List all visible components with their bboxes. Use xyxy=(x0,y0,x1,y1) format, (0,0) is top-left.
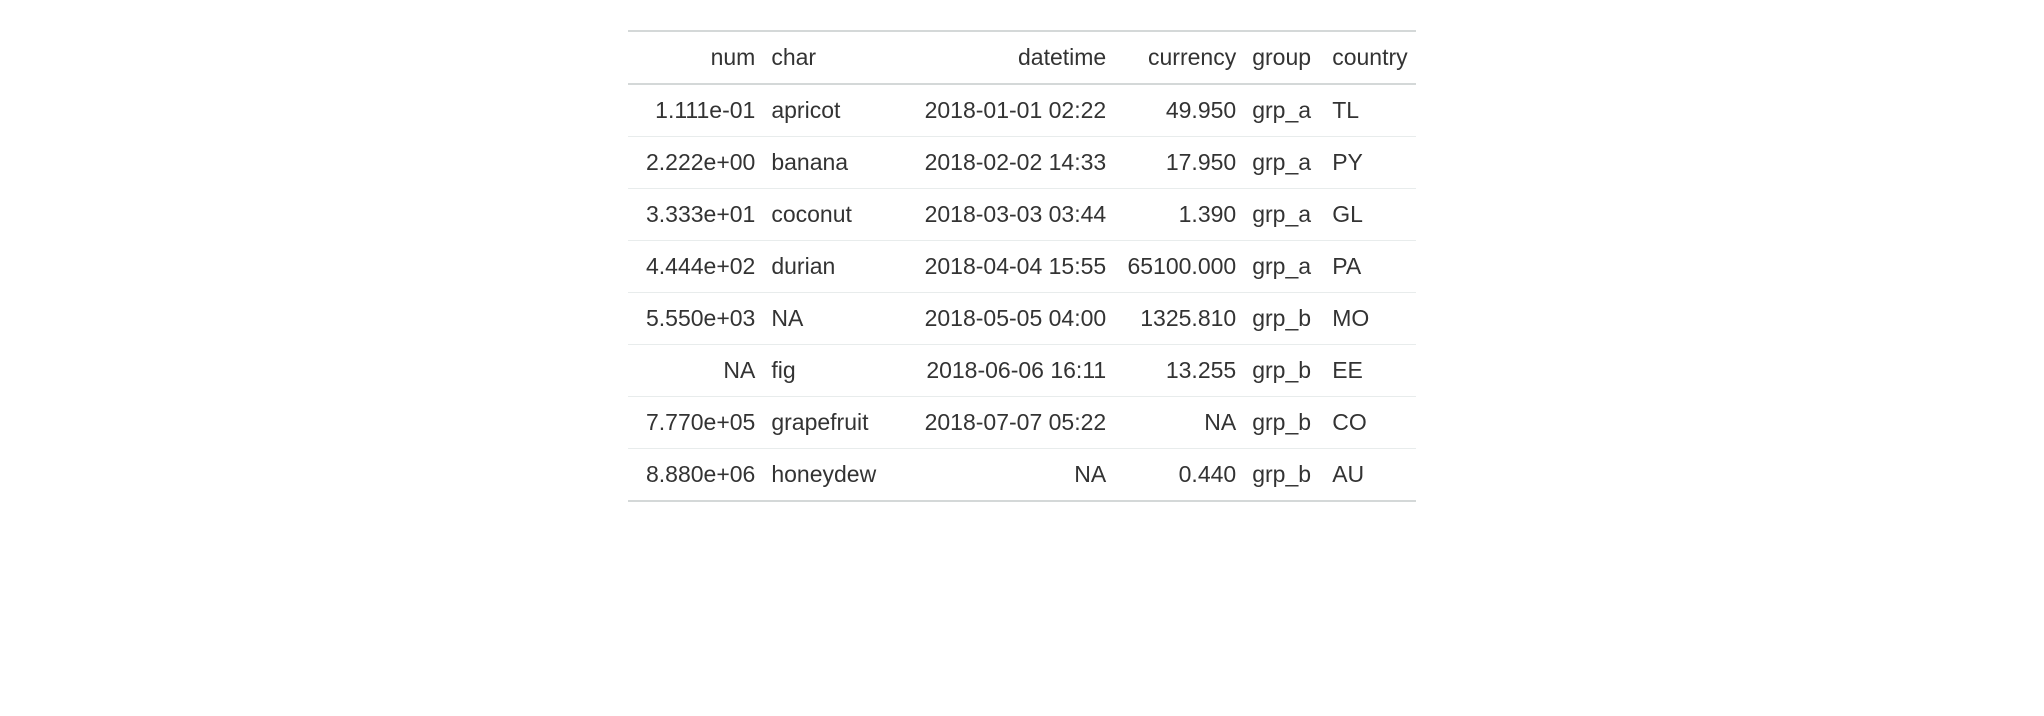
cell-num: 1.111e-01 xyxy=(628,84,763,137)
cell-datetime: 2018-04-04 15:55 xyxy=(884,241,1114,293)
cell-currency: 17.950 xyxy=(1114,137,1244,189)
cell-char: coconut xyxy=(763,189,884,241)
table-row: 1.111e-01 apricot 2018-01-01 02:22 49.95… xyxy=(628,84,1415,137)
table-row: 8.880e+06 honeydew NA 0.440 grp_b AU xyxy=(628,449,1415,502)
cell-country: CO xyxy=(1324,397,1415,449)
cell-currency: 13.255 xyxy=(1114,345,1244,397)
cell-group: grp_a xyxy=(1244,137,1324,189)
cell-country: TL xyxy=(1324,84,1415,137)
col-header-num: num xyxy=(628,31,763,84)
cell-country: PA xyxy=(1324,241,1415,293)
cell-country: GL xyxy=(1324,189,1415,241)
table-body: 1.111e-01 apricot 2018-01-01 02:22 49.95… xyxy=(628,84,1415,501)
data-table-container: num char datetime currency group country… xyxy=(628,30,1415,502)
cell-char: honeydew xyxy=(763,449,884,502)
cell-currency: 1325.810 xyxy=(1114,293,1244,345)
cell-char: fig xyxy=(763,345,884,397)
table-row: 3.333e+01 coconut 2018-03-03 03:44 1.390… xyxy=(628,189,1415,241)
cell-country: MO xyxy=(1324,293,1415,345)
cell-num: 2.222e+00 xyxy=(628,137,763,189)
cell-group: grp_b xyxy=(1244,449,1324,502)
col-header-char: char xyxy=(763,31,884,84)
cell-group: grp_b xyxy=(1244,397,1324,449)
table-row: 7.770e+05 grapefruit 2018-07-07 05:22 NA… xyxy=(628,397,1415,449)
cell-num: 7.770e+05 xyxy=(628,397,763,449)
cell-num: NA xyxy=(628,345,763,397)
table-header-row: num char datetime currency group country xyxy=(628,31,1415,84)
cell-char: grapefruit xyxy=(763,397,884,449)
cell-currency: NA xyxy=(1114,397,1244,449)
table-row: 4.444e+02 durian 2018-04-04 15:55 65100.… xyxy=(628,241,1415,293)
col-header-datetime: datetime xyxy=(884,31,1114,84)
cell-datetime: 2018-03-03 03:44 xyxy=(884,189,1114,241)
cell-char: apricot xyxy=(763,84,884,137)
cell-currency: 0.440 xyxy=(1114,449,1244,502)
cell-num: 8.880e+06 xyxy=(628,449,763,502)
cell-currency: 1.390 xyxy=(1114,189,1244,241)
data-table: num char datetime currency group country… xyxy=(628,30,1415,502)
cell-group: grp_b xyxy=(1244,293,1324,345)
table-row: 2.222e+00 banana 2018-02-02 14:33 17.950… xyxy=(628,137,1415,189)
cell-currency: 49.950 xyxy=(1114,84,1244,137)
table-row: 5.550e+03 NA 2018-05-05 04:00 1325.810 g… xyxy=(628,293,1415,345)
cell-num: 5.550e+03 xyxy=(628,293,763,345)
cell-group: grp_a xyxy=(1244,84,1324,137)
cell-datetime: 2018-07-07 05:22 xyxy=(884,397,1114,449)
cell-char: NA xyxy=(763,293,884,345)
cell-datetime: 2018-02-02 14:33 xyxy=(884,137,1114,189)
col-header-country: country xyxy=(1324,31,1415,84)
col-header-group: group xyxy=(1244,31,1324,84)
cell-char: banana xyxy=(763,137,884,189)
cell-datetime: 2018-06-06 16:11 xyxy=(884,345,1114,397)
col-header-currency: currency xyxy=(1114,31,1244,84)
cell-country: EE xyxy=(1324,345,1415,397)
cell-group: grp_a xyxy=(1244,241,1324,293)
table-row: NA fig 2018-06-06 16:11 13.255 grp_b EE xyxy=(628,345,1415,397)
cell-datetime: 2018-01-01 02:22 xyxy=(884,84,1114,137)
cell-datetime: NA xyxy=(884,449,1114,502)
cell-char: durian xyxy=(763,241,884,293)
cell-currency: 65100.000 xyxy=(1114,241,1244,293)
cell-country: PY xyxy=(1324,137,1415,189)
cell-group: grp_b xyxy=(1244,345,1324,397)
cell-country: AU xyxy=(1324,449,1415,502)
cell-num: 3.333e+01 xyxy=(628,189,763,241)
cell-num: 4.444e+02 xyxy=(628,241,763,293)
cell-group: grp_a xyxy=(1244,189,1324,241)
cell-datetime: 2018-05-05 04:00 xyxy=(884,293,1114,345)
